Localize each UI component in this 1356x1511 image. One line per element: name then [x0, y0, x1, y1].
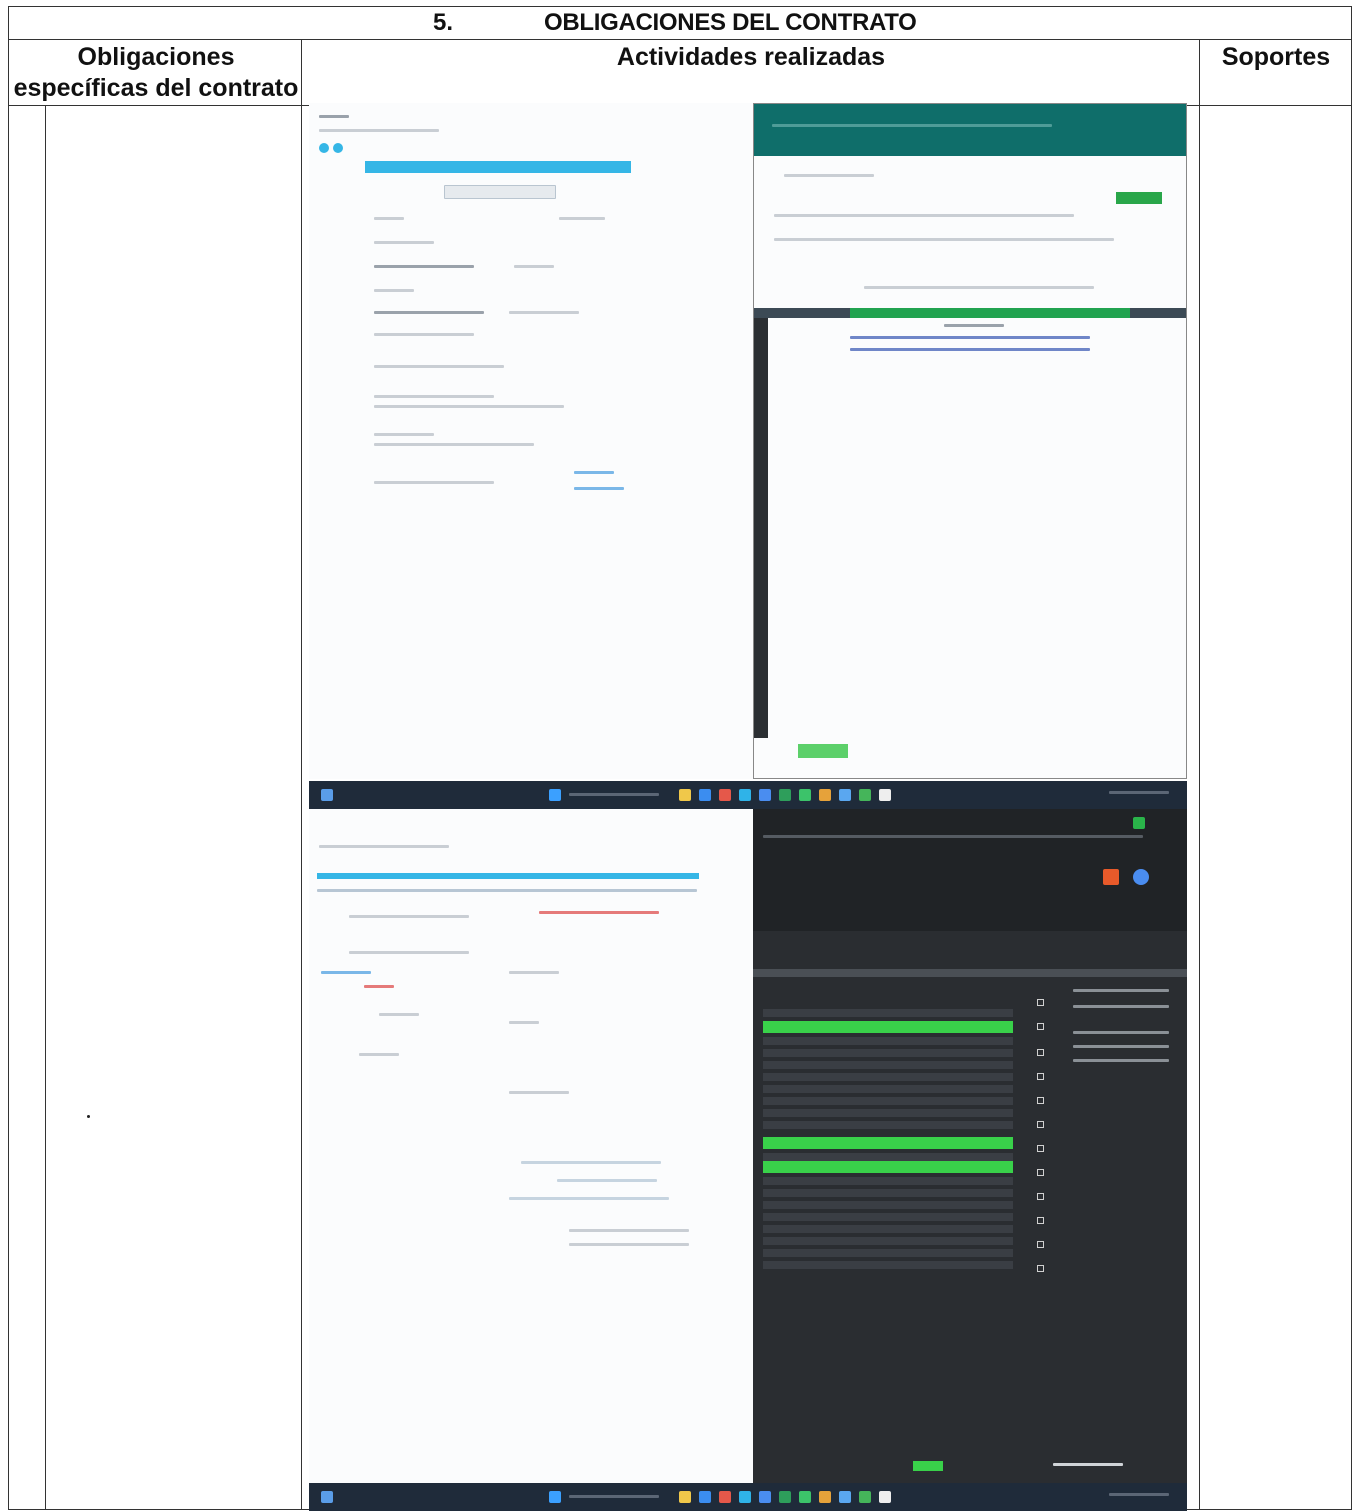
evidence-screenshot-form-1	[309, 103, 753, 779]
column-divider-2	[1199, 39, 1200, 1509]
header-actividades: Actividades realizadas	[616, 43, 886, 71]
column-divider-sub	[45, 105, 46, 1509]
section-title-row: 5. OBLIGACIONES DEL CONTRATO	[9, 7, 1351, 40]
evidence-screenshot-form-2	[309, 809, 753, 1489]
bullet-mark	[87, 1115, 90, 1118]
section-number: 5.	[433, 9, 454, 36]
column-divider-1	[301, 39, 302, 1509]
contract-obligations-table: 5. OBLIGACIONES DEL CONTRATO Obligacione…	[8, 6, 1352, 1511]
section-title: OBLIGACIONES DEL CONTRATO	[544, 9, 917, 36]
evidence-screenshot-spreadsheet-1	[753, 103, 1187, 779]
evidence-screenshot-spreadsheet-2	[753, 809, 1187, 1489]
windows-taskbar-1	[309, 781, 1187, 809]
header-obligaciones: Obligaciones específicas del contrato	[13, 43, 299, 102]
header-soportes: Soportes	[1221, 43, 1331, 71]
windows-taskbar-2	[309, 1483, 1187, 1511]
